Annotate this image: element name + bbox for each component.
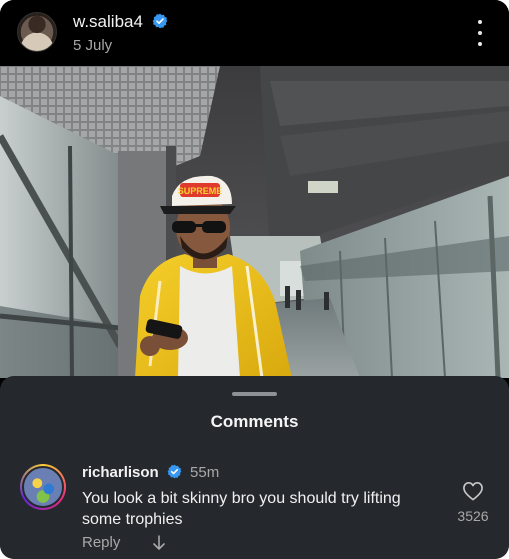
comment-author[interactable]: richarlison [82,464,159,481]
post-photo[interactable]: SUPREME [0,66,509,378]
verified-badge-icon [167,464,182,479]
more-vertical-icon [478,20,482,24]
more-options-button[interactable] [472,20,488,46]
post-frame: w.saliba4 5 July SUPREME Comments richar… [0,0,509,559]
comment-avatar[interactable] [20,464,66,510]
cap-logo: SUPREME [178,186,223,196]
post-header: w.saliba4 5 July [0,0,509,66]
username-row[interactable]: w.saliba4 [73,12,168,32]
like-count: 3526 [457,508,489,524]
avatar[interactable] [17,12,57,52]
comments-sheet: Comments richarlison 55m You look a bit … [0,376,509,559]
arrow-down-icon[interactable] [152,535,166,551]
post-date: 5 July [73,37,113,54]
verified-badge-icon [152,13,168,29]
comments-title: Comments [210,412,299,431]
heart-outline-icon[interactable] [462,481,484,501]
comment-author-row[interactable]: richarlison 55m [82,464,219,481]
reply-button[interactable]: Reply [82,534,120,551]
drag-handle[interactable] [232,392,277,396]
comment-time: 55m [190,464,220,481]
comment-text: You look a bit skinny bro you should try… [82,490,401,528]
username[interactable]: w.saliba4 [73,12,143,31]
